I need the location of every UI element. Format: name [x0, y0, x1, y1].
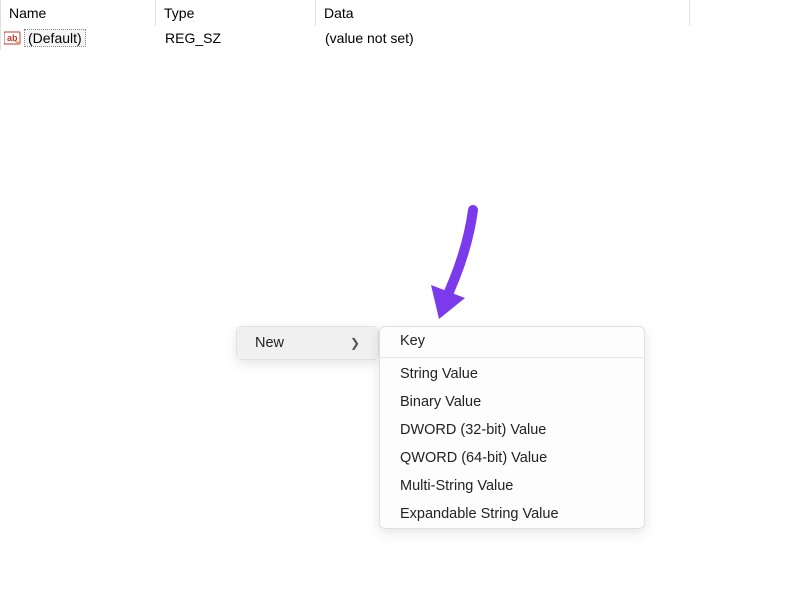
value-name-label: (Default)	[24, 29, 86, 47]
menu-item-new-label: New	[255, 335, 284, 351]
cell-name: ab (Default)	[2, 27, 157, 49]
menu-item-binary-value-label: Binary Value	[400, 394, 481, 410]
menu-item-dword-value-label: DWORD (32-bit) Value	[400, 422, 546, 438]
cell-type: REG_SZ	[157, 28, 317, 48]
menu-item-string-value-label: String Value	[400, 366, 478, 382]
menu-item-key-label: Key	[400, 333, 425, 349]
menu-item-binary-value[interactable]: Binary Value	[380, 388, 644, 416]
menu-item-multi-string-value[interactable]: Multi-String Value	[380, 472, 644, 500]
menu-item-qword-value-label: QWORD (64-bit) Value	[400, 450, 547, 466]
menu-item-new[interactable]: New ❯	[237, 327, 378, 359]
menu-separator	[381, 357, 643, 358]
menu-item-string-value[interactable]: String Value	[380, 360, 644, 388]
reg-string-icon: ab	[4, 30, 22, 46]
annotation-arrow	[425, 205, 495, 338]
menu-item-qword-value[interactable]: QWORD (64-bit) Value	[380, 444, 644, 472]
menu-item-dword-value[interactable]: DWORD (32-bit) Value	[380, 416, 644, 444]
column-header-end	[690, 0, 790, 26]
context-menu-primary: New ❯	[236, 326, 379, 360]
context-menu-submenu: Key String Value Binary Value DWORD (32-…	[379, 326, 645, 529]
registry-values-table: Name Type Data ab (Default) REG_SZ (valu…	[0, 0, 790, 50]
table-row[interactable]: ab (Default) REG_SZ (value not set)	[1, 26, 790, 50]
chevron-right-icon: ❯	[350, 336, 360, 350]
column-header-name[interactable]: Name	[1, 0, 156, 26]
menu-item-expandable-string-value[interactable]: Expandable String Value	[380, 500, 644, 528]
menu-item-multi-string-value-label: Multi-String Value	[400, 478, 513, 494]
cell-data: (value not set)	[317, 28, 790, 48]
menu-item-key[interactable]: Key	[380, 327, 644, 355]
column-header-type[interactable]: Type	[156, 0, 316, 26]
menu-item-expandable-string-value-label: Expandable String Value	[400, 506, 559, 522]
table-header-row: Name Type Data	[1, 0, 790, 26]
column-header-data[interactable]: Data	[316, 0, 690, 26]
